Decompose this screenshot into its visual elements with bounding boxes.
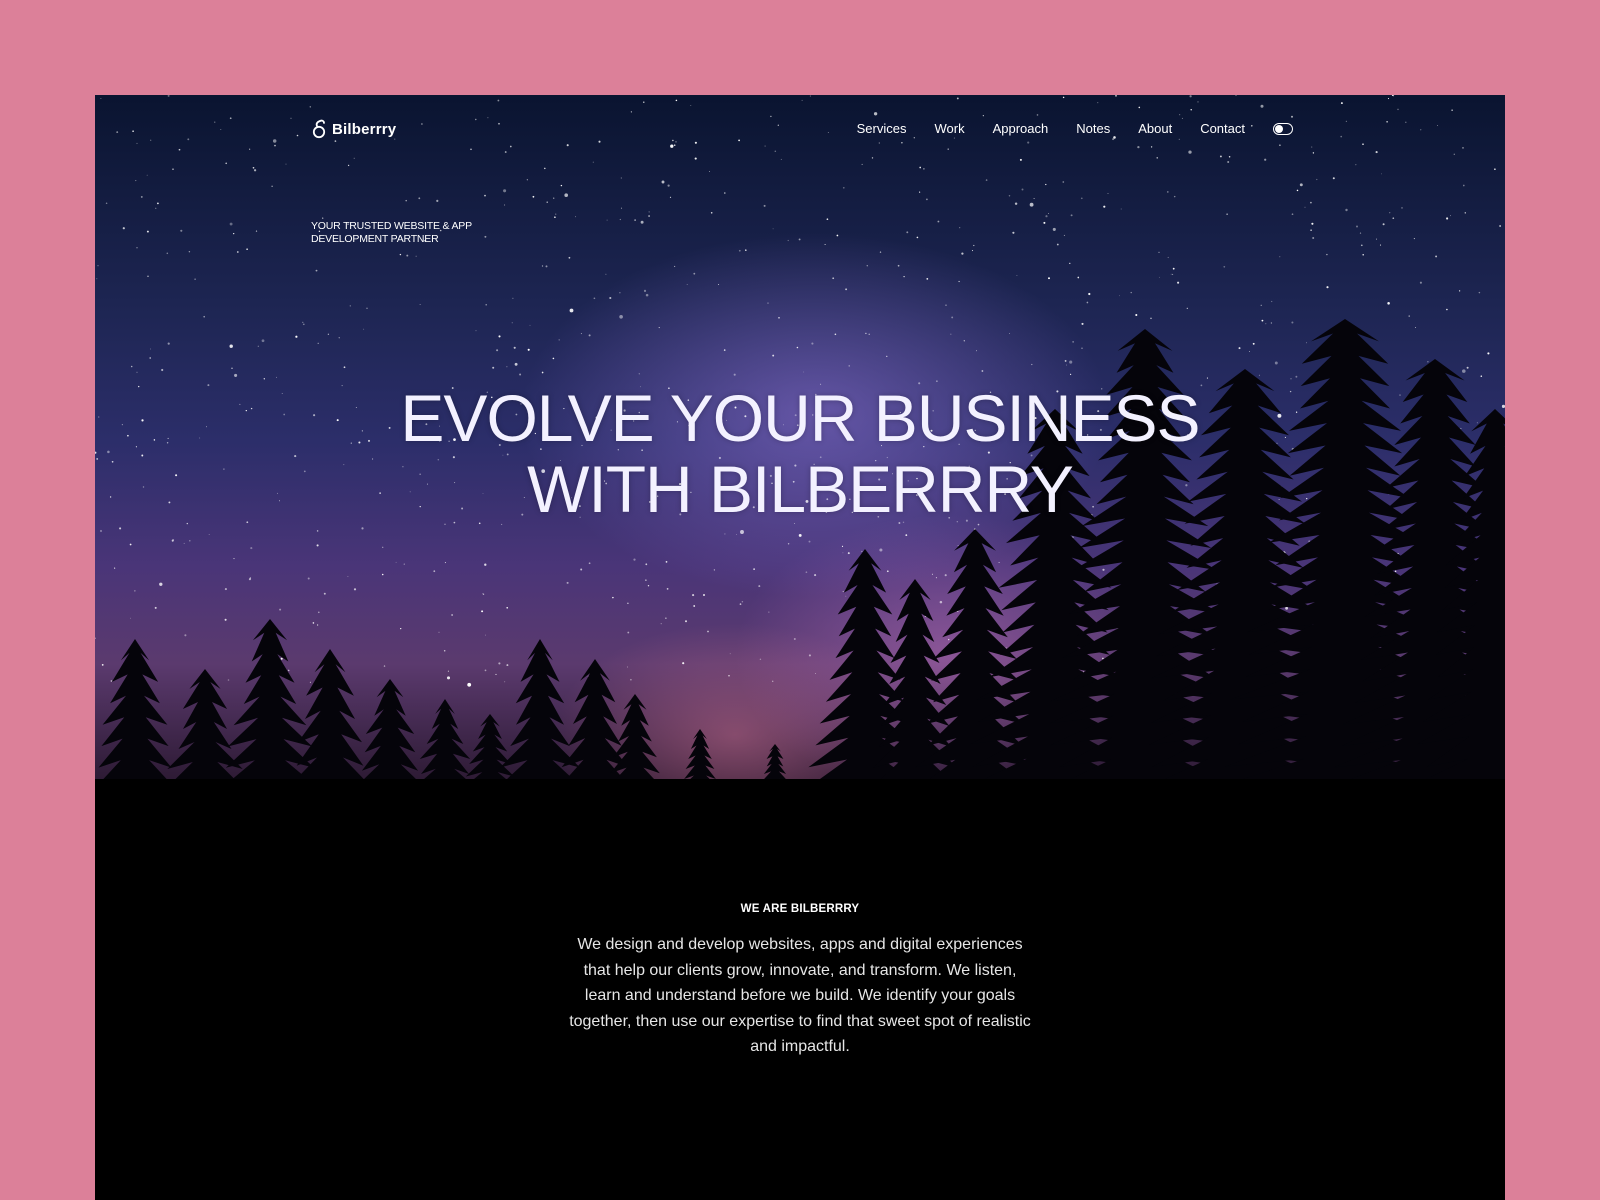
theme-toggle-icon[interactable] <box>1273 122 1293 135</box>
website-frame: Bilberrry Services Work Approach Notes A… <box>95 95 1505 1200</box>
brand-logo[interactable]: Bilberrry <box>311 119 396 139</box>
nav-contact[interactable]: Contact <box>1200 121 1245 136</box>
hero-tagline: YOUR TRUSTED WEBSITE & APP DEVELOPMENT P… <box>311 220 472 245</box>
nav-work[interactable]: Work <box>934 121 964 136</box>
nav-approach[interactable]: Approach <box>993 121 1049 136</box>
about-description: We design and develop websites, apps and… <box>569 936 1031 1055</box>
hero-headline: EVOLVE YOUR BUSINESS WITH BILBERRRY <box>400 381 1200 526</box>
nav-notes[interactable]: Notes <box>1076 121 1110 136</box>
about-section: WE ARE BILBERRRY We design and develop w… <box>95 903 1505 1060</box>
about-eyebrow: WE ARE BILBERRRY <box>740 903 860 915</box>
main-menu: Services Work Approach Notes About Conta… <box>857 121 1293 136</box>
brand-name: Bilberrry <box>332 120 397 138</box>
nav-about[interactable]: About <box>1138 121 1172 136</box>
nav-services[interactable]: Services <box>857 121 907 136</box>
top-navigation: Bilberrry Services Work Approach Notes A… <box>95 95 1505 165</box>
berry-logo-icon <box>312 119 326 139</box>
hero-section: Bilberrry Services Work Approach Notes A… <box>95 95 1505 789</box>
